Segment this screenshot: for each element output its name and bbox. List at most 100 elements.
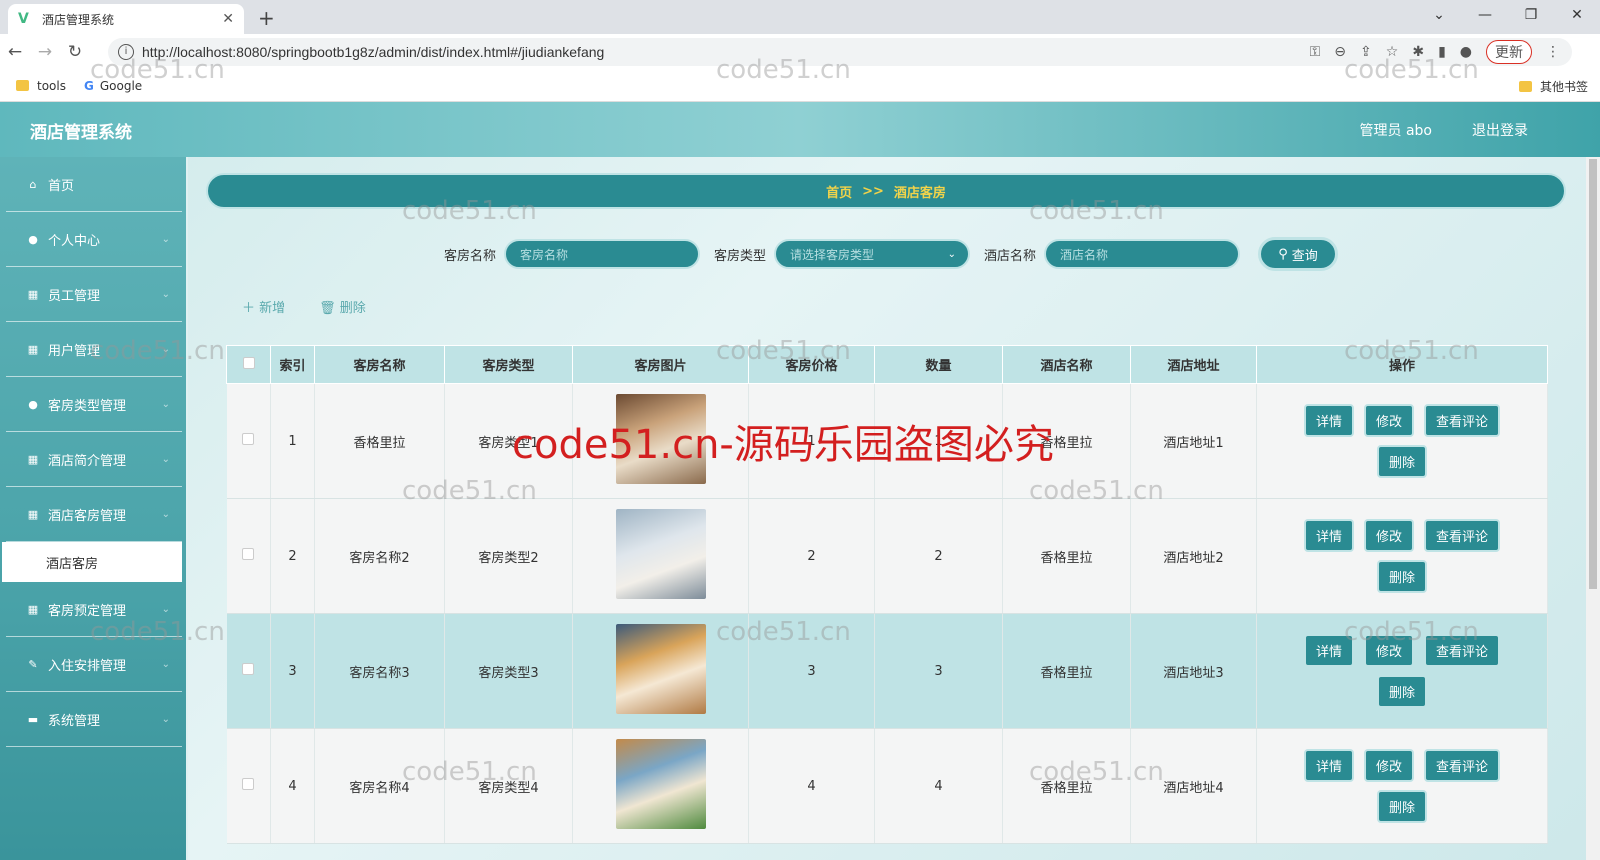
- delete-button[interactable]: 删除: [1376, 675, 1427, 708]
- cell-room-price: 2: [748, 498, 875, 614]
- bulk-delete-button[interactable]: 🗑 删除: [319, 297, 366, 316]
- chevron-down-icon: ⌄: [161, 453, 170, 465]
- url-text: http://localhost:8080/springbootb1g8z/ad…: [142, 44, 605, 60]
- edit-icon: ✎: [28, 657, 38, 671]
- sidebar-item-system[interactable]: ▬ 系统管理 ⌄: [6, 692, 182, 747]
- update-button[interactable]: 更新: [1486, 40, 1532, 64]
- scrollbar-thumb[interactable]: [1589, 159, 1597, 589]
- sidebar-item-home[interactable]: ⌂ 首页: [6, 157, 182, 212]
- edit-button[interactable]: 修改: [1363, 634, 1414, 667]
- row-checkbox[interactable]: [242, 663, 255, 675]
- select-all-header: [226, 345, 271, 384]
- bookmark-tools[interactable]: tools: [16, 79, 66, 93]
- room-photo[interactable]: [615, 624, 706, 714]
- cell-hotel-address: 酒店地址2: [1130, 498, 1257, 614]
- col-hotel-address: 酒店地址: [1130, 345, 1257, 384]
- folder-icon: [1518, 81, 1532, 92]
- detail-button[interactable]: 详情: [1303, 404, 1354, 437]
- hotel-name-label: 酒店名称: [984, 248, 1037, 264]
- new-tab-icon[interactable]: +: [258, 6, 275, 30]
- chevron-down-icon: ⌄: [161, 288, 170, 300]
- profile-icon[interactable]: ●: [1460, 44, 1472, 60]
- extensions-icon[interactable]: ✱: [1412, 44, 1424, 60]
- select-all-checkbox[interactable]: [242, 356, 255, 369]
- bookmarks-bar: tools G Google 其他书签: [0, 70, 1600, 102]
- view-comments-button[interactable]: 查看评论: [1424, 634, 1501, 667]
- sidebar-item-hotel-intro[interactable]: ▦ 酒店简介管理 ⌄: [6, 432, 182, 487]
- cell-hotel-address: 酒店地址3: [1130, 613, 1257, 729]
- row-checkbox[interactable]: [242, 548, 255, 560]
- row-checkbox[interactable]: [242, 433, 255, 445]
- sidepanel-icon[interactable]: ▮: [1438, 44, 1446, 60]
- other-bookmarks[interactable]: 其他书签: [1518, 78, 1588, 95]
- detail-button[interactable]: 详情: [1303, 634, 1354, 667]
- close-tab-icon[interactable]: ✕: [222, 11, 234, 27]
- browser-tab[interactable]: V 酒店管理系统 ✕: [8, 4, 244, 34]
- sidebar-item-profile[interactable]: ● 个人中心 ⌄: [6, 212, 182, 267]
- view-comments-button[interactable]: 查看评论: [1424, 404, 1501, 437]
- room-type-label: 客房类型: [713, 248, 766, 264]
- room-photo[interactable]: [615, 509, 706, 599]
- edit-button[interactable]: 修改: [1363, 519, 1414, 552]
- edit-button[interactable]: 修改: [1363, 749, 1414, 782]
- col-room-name: 客房名称: [314, 345, 445, 384]
- detail-button[interactable]: 详情: [1303, 749, 1354, 782]
- sidebar-item-hotel-rooms[interactable]: ▦ 酒店客房管理 ⌄: [6, 487, 182, 542]
- chevron-down-icon: ⌄: [161, 398, 170, 410]
- delete-button[interactable]: 删除: [1376, 560, 1427, 593]
- info-icon[interactable]: i: [118, 44, 134, 60]
- sidebar-item-users[interactable]: ▦ 用户管理 ⌄: [6, 322, 182, 377]
- chevron-down-icon: ⌄: [161, 658, 170, 670]
- delete-button[interactable]: 删除: [1376, 790, 1427, 823]
- sidebar-item-staff[interactable]: ▦ 员工管理 ⌄: [6, 267, 182, 322]
- home-icon: ⌂: [29, 177, 37, 191]
- room-type-select[interactable]: 请选择客房类型 ⌄: [774, 239, 970, 269]
- table-row: 1 香格里拉 客房类型1 1 1 香格里拉 酒店地址1 详情 修改 查看评论 删…: [226, 383, 1548, 499]
- breadcrumb: 首页 >> 酒店客房: [206, 173, 1566, 209]
- breadcrumb-home[interactable]: 首页: [826, 182, 852, 201]
- close-window-icon[interactable]: ✕: [1554, 0, 1600, 30]
- cell-quantity: 3: [874, 613, 1003, 729]
- menu-icon[interactable]: ⋮: [1546, 44, 1560, 60]
- sidebar-item-booking[interactable]: ▦ 客房预定管理 ⌄: [6, 582, 182, 637]
- sidebar-item-room-types[interactable]: ● 客房类型管理 ⌄: [6, 377, 182, 432]
- tab-search-icon[interactable]: ⌄: [1416, 0, 1462, 30]
- view-comments-button[interactable]: 查看评论: [1424, 749, 1501, 782]
- chevron-down-icon: ⌄: [161, 713, 170, 725]
- bookmark-google[interactable]: G Google: [84, 79, 142, 93]
- back-icon[interactable]: ←: [0, 42, 30, 62]
- page-scrollbar[interactable]: [1586, 157, 1600, 860]
- key-icon[interactable]: ⚿: [1310, 44, 1321, 60]
- room-name-input[interactable]: 客房名称: [503, 239, 700, 269]
- star-icon[interactable]: ☆: [1386, 44, 1399, 60]
- user-icon: ●: [28, 397, 38, 411]
- sidebar-subitem-hotel-rooms[interactable]: 酒店客房: [2, 542, 182, 582]
- cell-room-type: 客房类型2: [444, 498, 573, 614]
- view-comments-button[interactable]: 查看评论: [1424, 519, 1501, 552]
- room-photo[interactable]: [615, 739, 706, 829]
- add-button[interactable]: ＋ 新增: [242, 297, 285, 316]
- sidebar-item-checkin[interactable]: ✎ 入住安排管理 ⌄: [6, 637, 182, 692]
- edit-button[interactable]: 修改: [1363, 404, 1414, 437]
- url-field[interactable]: i http://localhost:8080/springbootb1g8z/…: [108, 38, 1572, 66]
- share-icon[interactable]: ⇪: [1360, 44, 1372, 60]
- forward-icon[interactable]: →: [30, 42, 60, 62]
- cell-hotel-address: 酒店地址1: [1130, 383, 1257, 499]
- row-select-cell: [226, 498, 271, 614]
- query-button[interactable]: ⚲ 查询: [1258, 237, 1339, 271]
- delete-button[interactable]: 删除: [1376, 445, 1427, 478]
- reload-icon[interactable]: ↻: [60, 42, 90, 62]
- search-icon: ⚲: [1278, 246, 1288, 262]
- minimize-icon[interactable]: —: [1462, 0, 1508, 30]
- room-photo[interactable]: [615, 394, 706, 484]
- cell-room-image: [572, 728, 749, 844]
- cell-index: 2: [270, 498, 315, 614]
- hotel-name-input[interactable]: 酒店名称: [1044, 239, 1241, 269]
- cell-actions: 详情 修改 查看评论 删除: [1256, 613, 1548, 729]
- row-checkbox[interactable]: [242, 778, 255, 790]
- zoom-icon[interactable]: ⊖: [1334, 44, 1346, 60]
- logout-link[interactable]: 退出登录: [1472, 120, 1528, 140]
- detail-button[interactable]: 详情: [1303, 519, 1354, 552]
- col-room-type: 客房类型: [444, 345, 573, 384]
- restore-icon[interactable]: ❐: [1508, 0, 1554, 30]
